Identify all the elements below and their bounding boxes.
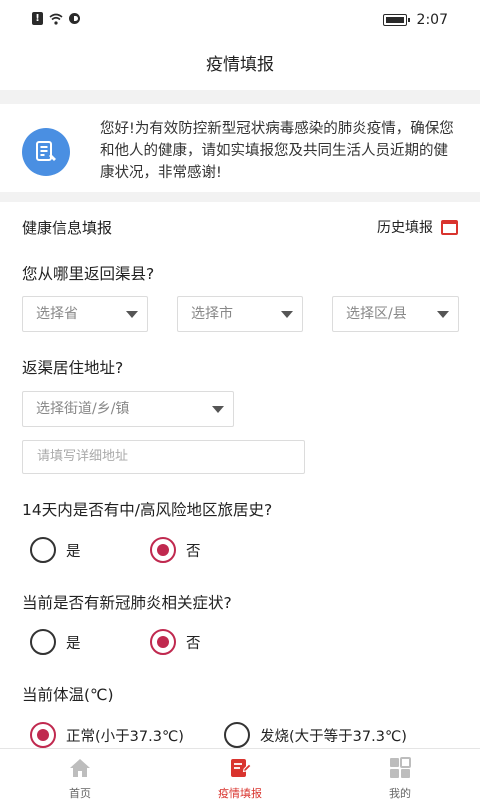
radio-label: 是 [66, 635, 81, 652]
symptoms-yes-radio[interactable]: 是 [30, 629, 81, 655]
radio-label: 否 [186, 543, 201, 560]
travel-history-options: 是 否 [0, 537, 480, 565]
travel-history-question: 14天内是否有中/高风险地区旅居史? [22, 501, 273, 519]
history-label: 历史填报 [377, 220, 433, 236]
divider [0, 192, 480, 202]
travel-history-no-radio[interactable]: 否 [150, 537, 201, 563]
calendar-icon [441, 219, 458, 235]
tab-label: 首页 [69, 787, 91, 800]
tab-label: 疫情填报 [218, 787, 262, 800]
district-placeholder: 选择区/县 [346, 306, 407, 322]
temperature-options: 正常(小于37.3℃) 发烧(大于等于37.3℃) [0, 722, 480, 750]
status-bar: ! 2:07 [0, 0, 480, 40]
grid-icon [390, 757, 411, 778]
chevron-down-icon [281, 311, 293, 318]
radio-label: 正常(小于37.3℃) [66, 728, 184, 745]
district-select[interactable]: 选择区/县 [332, 296, 459, 332]
radio-circle-selected [150, 537, 176, 563]
temperature-question: 当前体温(℃) [22, 686, 114, 704]
bottom-tab-bar: 首页 疫情填报 我的 [0, 748, 480, 800]
radio-label: 否 [186, 635, 201, 652]
page-title: 疫情填报 [0, 40, 480, 90]
province-select[interactable]: 选择省 [22, 296, 148, 332]
divider [0, 90, 480, 104]
tab-home[interactable]: 首页 [40, 757, 120, 800]
notice-card: 您好!为有效防控新型冠状病毒感染的肺炎疫情，确保您和他人的健康，请如实填报您及共… [0, 104, 480, 192]
status-icons-right: 2:07 [382, 12, 448, 28]
notice-text: 您好!为有效防控新型冠状病毒感染的肺炎疫情，确保您和他人的健康，请如实填报您及共… [100, 121, 454, 181]
symptoms-no-radio[interactable]: 否 [150, 629, 201, 655]
chevron-down-icon [437, 311, 449, 318]
street-placeholder: 选择街道/乡/镇 [36, 401, 130, 417]
section-title: 健康信息填报 [22, 219, 113, 237]
temperature-normal-radio[interactable]: 正常(小于37.3℃) [30, 722, 184, 748]
tab-label: 我的 [389, 787, 411, 800]
radio-circle [30, 629, 56, 655]
radio-label: 是 [66, 543, 81, 560]
travel-history-yes-radio[interactable]: 是 [30, 537, 81, 563]
address-question: 返渠居住地址? [22, 359, 124, 377]
edit-report-icon [231, 759, 252, 777]
tab-report[interactable]: 疫情填报 [200, 757, 280, 800]
chevron-down-icon [126, 311, 138, 318]
chevron-down-icon [212, 406, 224, 413]
detail-address-input[interactable]: 请填写详细地址 [22, 440, 305, 474]
wifi-icon [49, 13, 63, 25]
status-icons-left: ! [32, 12, 80, 25]
symptoms-options: 是 否 [0, 629, 480, 657]
radio-circle-selected [30, 722, 56, 748]
radio-label: 发烧(大于等于37.3℃) [260, 728, 407, 745]
province-placeholder: 选择省 [36, 306, 78, 322]
tab-mine[interactable]: 我的 [360, 757, 440, 800]
temperature-fever-radio[interactable]: 发烧(大于等于37.3℃) [224, 722, 407, 748]
return-from-question: 您从哪里返回渠县? [22, 265, 155, 283]
form-document-icon [22, 128, 70, 176]
radio-circle [30, 537, 56, 563]
status-time: 2:07 [416, 12, 448, 28]
symptoms-question: 当前是否有新冠肺炎相关症状? [22, 594, 232, 612]
history-link[interactable]: 历史填报 [377, 217, 458, 237]
home-icon [70, 759, 90, 777]
city-select[interactable]: 选择市 [177, 296, 303, 332]
data-saver-icon [69, 13, 80, 24]
street-select[interactable]: 选择街道/乡/镇 [22, 391, 234, 427]
radio-circle-selected [150, 629, 176, 655]
battery-icon [382, 14, 410, 26]
detail-address-placeholder: 请填写详细地址 [37, 449, 129, 464]
alert-icon: ! [32, 12, 43, 25]
city-placeholder: 选择市 [191, 306, 233, 322]
radio-circle [224, 722, 250, 748]
